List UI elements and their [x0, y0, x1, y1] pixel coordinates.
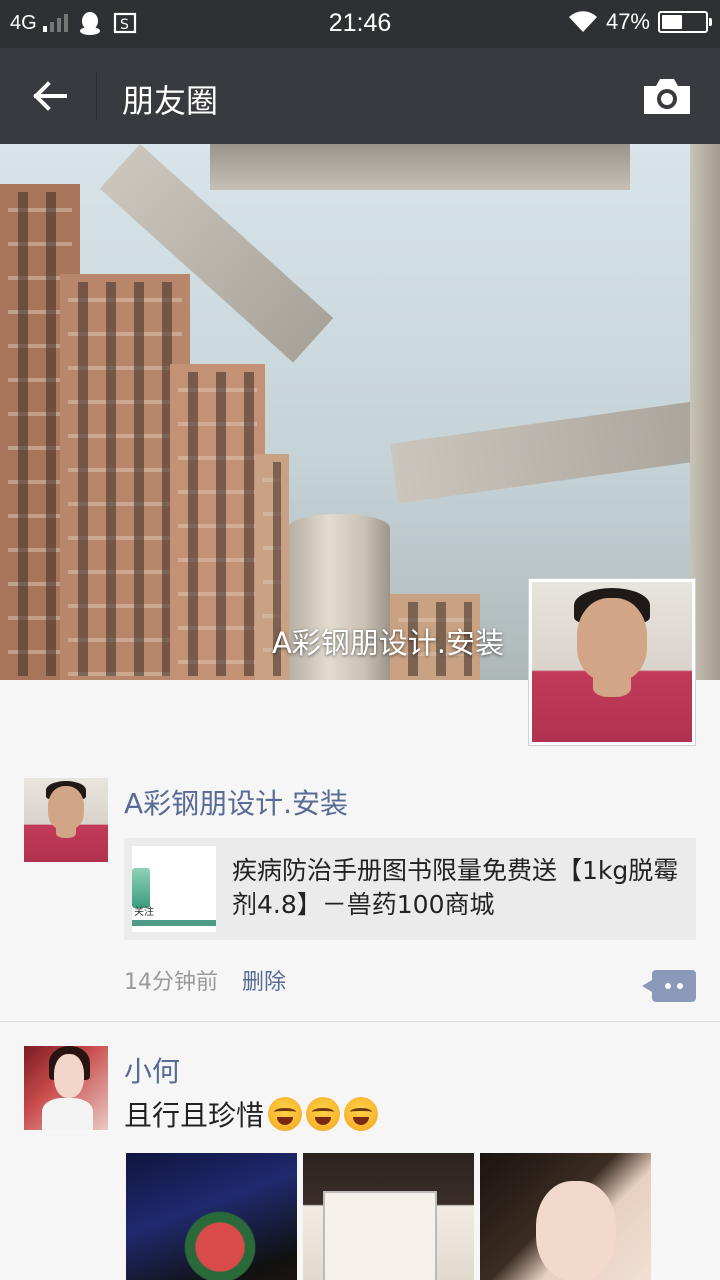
post-author[interactable]: A彩钢朋设计.安装: [124, 782, 348, 822]
comment-button[interactable]: [642, 970, 696, 1002]
camera-icon: [644, 79, 690, 114]
battery-level: [662, 15, 682, 29]
crying-emoji-icon: [306, 1097, 341, 1131]
wifi-icon: [568, 11, 597, 33]
cover-beam: [210, 144, 630, 190]
link-thumbnail-text: 关注: [134, 907, 154, 918]
battery-icon: [658, 11, 712, 33]
camera-button[interactable]: [640, 74, 694, 118]
post-photo[interactable]: [126, 1153, 297, 1280]
shared-link-card[interactable]: 关注 疾病防治手册图书限量免费送【1kg脱霉剂4.8】－兽药100商城: [124, 838, 696, 940]
post-divider: [0, 1021, 720, 1022]
crying-emoji-icon: [268, 1097, 303, 1131]
back-button[interactable]: [26, 74, 74, 118]
post-avatar[interactable]: [24, 1046, 108, 1130]
avatar-image: [532, 582, 692, 742]
post-avatar[interactable]: [24, 778, 108, 862]
battery-percent: 47%: [605, 9, 650, 34]
post-text-row: 且行且珍惜: [124, 1094, 379, 1134]
avatar-image: [24, 778, 108, 862]
link-title: 疾病防治手册图书限量免费送【1kg脱霉剂4.8】－兽药100商城: [232, 856, 679, 919]
nav-divider: [96, 72, 97, 120]
delete-button[interactable]: 删除: [242, 964, 286, 996]
crying-emoji-icon: [344, 1097, 379, 1131]
post-photo[interactable]: [480, 1153, 651, 1280]
post-text: 且行且珍惜: [124, 1099, 265, 1132]
post-author[interactable]: 小何: [124, 1050, 180, 1090]
post-time: 14分钟前: [124, 970, 218, 995]
comment-icon: [665, 983, 671, 989]
cover-avatar[interactable]: [528, 578, 696, 746]
cover-building: [170, 364, 265, 680]
link-thumbnail: 关注: [132, 846, 216, 932]
page-title: 朋友圈: [122, 82, 219, 120]
cover-user-name: A彩钢朋设计.安装: [271, 626, 504, 660]
nav-bar: 朋友圈: [0, 48, 720, 144]
status-right: 47%: [568, 9, 712, 35]
avatar-image: [24, 1046, 108, 1130]
status-bar: 4G S 21:46 47%: [0, 0, 720, 48]
arrow-left-icon: [33, 81, 67, 111]
post-photo[interactable]: [303, 1153, 474, 1280]
